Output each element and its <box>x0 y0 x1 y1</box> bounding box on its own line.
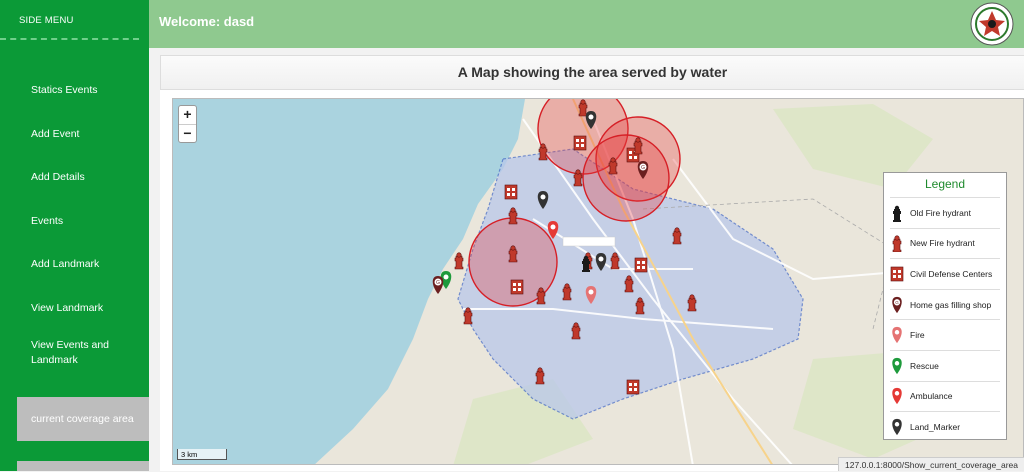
legend-item-civil-defense: Civil Defense Centers <box>890 258 1000 289</box>
legend-title: Legend <box>890 177 1000 191</box>
sidebar-item-add-event[interactable]: Add Event <box>0 113 149 157</box>
welcome-text: Welcome: dasd <box>159 14 254 29</box>
legend-item-gas-shop: Home gas filling shop <box>890 289 1000 320</box>
legend-label: Rescue <box>910 361 939 371</box>
map-scale: 3 km <box>177 449 227 460</box>
legend-item-landmark: Land_Marker <box>890 411 1000 442</box>
legend-label: Ambulance <box>910 391 953 401</box>
side-menu-title: SIDE MENU <box>0 0 139 40</box>
legend-item-rescue: Rescue <box>890 350 1000 381</box>
zoom-control: + − <box>178 105 197 143</box>
fire-pin-icon <box>890 326 904 344</box>
legend-label: Home gas filling shop <box>910 300 991 310</box>
landmark-pin-icon <box>890 418 904 436</box>
side-menu: SIDE MENU Statics Events Add Event Add D… <box>0 0 149 471</box>
legend-label: Fire <box>910 330 925 340</box>
ambulance-pin-icon <box>890 387 904 405</box>
civil-defense-logo-icon <box>966 0 1018 48</box>
new-hydrant-icon <box>890 234 904 252</box>
legend-label: Old Fire hydrant <box>910 208 971 218</box>
sidebar-item-add-details[interactable]: Add Details <box>0 156 149 200</box>
rescue-pin-icon <box>890 357 904 375</box>
zoom-out-button[interactable]: − <box>179 124 196 142</box>
sidebar-item-current-coverage-area[interactable]: current coverage area <box>17 397 149 441</box>
legend-item-fire: Fire <box>890 319 1000 350</box>
civil-defense-icon <box>890 265 904 283</box>
legend-item-old-hydrant: Old Fire hydrant <box>890 197 1000 228</box>
legend-label: Land_Marker <box>910 422 960 432</box>
sidebar-item-view-events-and-landmark[interactable]: View Events and Landmark <box>0 330 149 387</box>
status-url: 127.0.0.1:8000/Show_current_coverage_are… <box>838 457 1024 471</box>
map-legend: Legend Old Fire hydrant New Fire hydrant… <box>883 172 1007 440</box>
legend-item-ambulance: Ambulance <box>890 381 1000 412</box>
sidebar-item-statics-events[interactable]: Statics Events <box>0 69 149 113</box>
coverage-circle <box>583 135 669 221</box>
page-title: A Map showing the area served by water <box>160 55 1024 90</box>
gas-shop-icon <box>890 296 904 314</box>
top-header: Welcome: dasd <box>149 0 1024 48</box>
legend-label: Civil Defense Centers <box>910 269 992 279</box>
legend-item-new-hydrant: New Fire hydrant <box>890 228 1000 259</box>
zoom-in-button[interactable]: + <box>179 106 196 124</box>
old-hydrant-icon <box>890 204 904 222</box>
sidebar-item-view-landmark[interactable]: View Landmark <box>0 287 149 331</box>
sidebar-bottom-strip <box>17 461 149 471</box>
sidebar-item-add-landmark[interactable]: Add Landmark <box>0 243 149 287</box>
sidebar-item-events[interactable]: Events <box>0 200 149 244</box>
legend-label: New Fire hydrant <box>910 238 975 248</box>
